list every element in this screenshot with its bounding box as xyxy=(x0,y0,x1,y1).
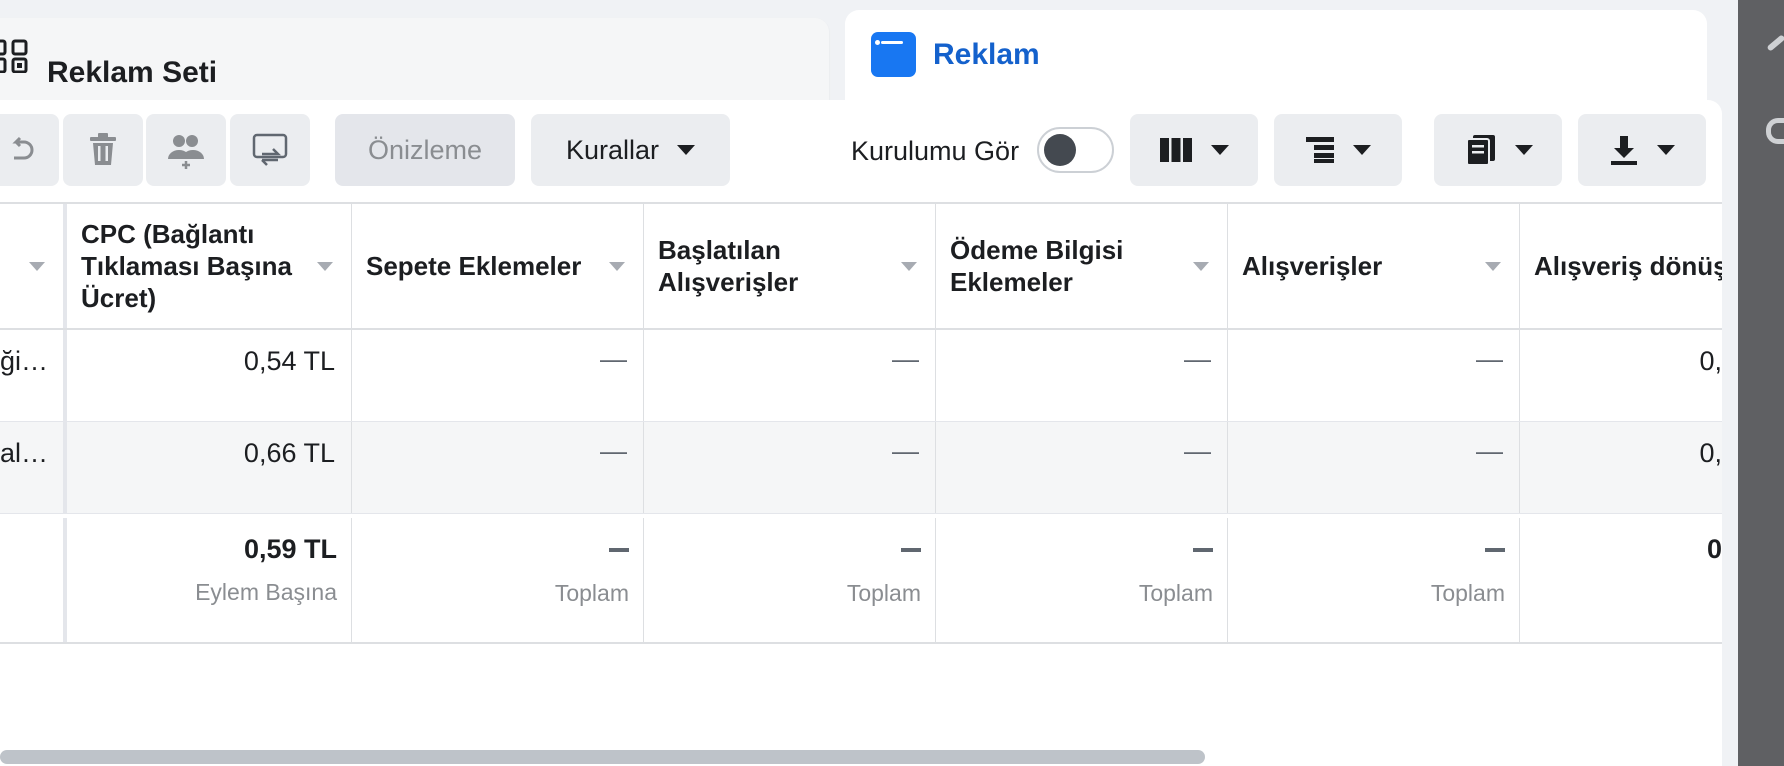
totals-cpc: 0,59 TL Eylem Başına xyxy=(67,518,352,642)
rules-dropdown-label: Kurallar xyxy=(565,134,660,165)
ads-manager-panel: Önizleme Kurallar Kurulumu Gör CPC (Bağl… xyxy=(0,100,1722,766)
row-payment-info: — xyxy=(936,422,1228,513)
undo-icon xyxy=(11,136,33,160)
totals-cpc-value: 0,59 TL xyxy=(243,534,337,564)
totals-cpc-sub: Eylem Başına xyxy=(195,579,337,605)
grid-icon xyxy=(0,39,30,74)
totals-dash xyxy=(1485,548,1505,552)
column-header-purchase-value[interactable]: Alışveriş dönüşüm değe xyxy=(1520,204,1722,328)
swap-icon xyxy=(252,133,288,166)
sort-icon[interactable] xyxy=(1485,262,1501,271)
breakdown-dropdown[interactable] xyxy=(1274,114,1402,186)
rules-dropdown[interactable]: Kurallar xyxy=(531,114,730,186)
totals-name xyxy=(0,518,67,642)
chevron-down-icon xyxy=(1657,145,1675,155)
row-name[interactable]: ği… xyxy=(0,330,67,421)
row-name[interactable]: al… xyxy=(0,422,67,513)
delete-button[interactable] xyxy=(63,114,143,186)
totals-dash xyxy=(901,548,921,552)
row-checkouts: — xyxy=(644,422,936,513)
sort-icon[interactable] xyxy=(29,262,45,271)
column-header-checkouts[interactable]: Başlatılan Alışverişler xyxy=(644,204,936,328)
columns-dropdown[interactable] xyxy=(1130,114,1258,186)
table-row[interactable]: ği… 0,54 TL — — — — 0, xyxy=(0,330,1722,422)
export-dropdown[interactable] xyxy=(1578,114,1706,186)
column-header-cpc[interactable]: CPC (Bağlantı Tıklaması Başına Ücret) xyxy=(67,204,352,328)
row-cpc: 0,66 TL xyxy=(67,422,352,513)
tab-ad-set-label: Reklam Seti xyxy=(47,56,218,89)
undo-button[interactable] xyxy=(0,114,59,186)
totals-purchases: Toplam xyxy=(1228,518,1520,642)
table-header-row: CPC (Bağlantı Tıklaması Başına Ücret) Se… xyxy=(0,202,1722,330)
chevron-down-icon xyxy=(1515,145,1533,155)
view-setup-label: Kurulumu Gör xyxy=(851,136,1020,166)
preview-button-label: Önizleme xyxy=(367,134,483,165)
row-add-to-cart: — xyxy=(352,422,644,513)
sort-icon[interactable] xyxy=(609,262,625,271)
column-header-payment-info[interactable]: Ödeme Bilgisi Eklemeler xyxy=(936,204,1228,328)
column-header-add-to-cart[interactable]: Sepete Eklemeler xyxy=(352,204,644,328)
edit-icon[interactable] xyxy=(1766,34,1784,52)
row-add-to-cart: — xyxy=(352,330,644,421)
view-setup-toggle[interactable] xyxy=(1037,127,1114,173)
row-checkouts: — xyxy=(644,330,936,421)
toggle-knob xyxy=(1044,134,1076,166)
row-cpc: 0,54 TL xyxy=(67,330,352,421)
totals-payment-info: Toplam xyxy=(936,518,1228,642)
download-icon xyxy=(1611,136,1637,165)
breakdown-icon xyxy=(1306,137,1334,163)
side-panel-edge xyxy=(1738,0,1784,766)
row-payment-info: — xyxy=(936,330,1228,421)
chevron-down-icon xyxy=(1211,145,1229,155)
people-add-icon xyxy=(168,135,204,169)
reports-dropdown[interactable] xyxy=(1434,114,1562,186)
table-totals-row: 0,59 TL Eylem Başına Toplam Toplam Topla… xyxy=(0,518,1722,644)
row-purchases: — xyxy=(1228,422,1520,513)
trash-icon xyxy=(90,133,116,165)
tab-ad-set[interactable]: Reklam Seti xyxy=(0,18,829,100)
columns-icon xyxy=(1160,138,1192,162)
clock-icon[interactable] xyxy=(1766,118,1784,144)
ad-icon xyxy=(871,32,916,77)
reports-icon xyxy=(1466,135,1495,166)
totals-dash xyxy=(609,548,629,552)
totals-checkouts: Toplam xyxy=(644,518,936,642)
chevron-down-icon xyxy=(677,145,696,155)
column-header-purchases[interactable]: Alışverişler xyxy=(1228,204,1520,328)
chevron-down-icon xyxy=(1353,145,1371,155)
sort-icon[interactable] xyxy=(901,262,917,271)
tab-ad-label: Reklam xyxy=(933,38,1040,71)
add-audience-button[interactable] xyxy=(146,114,226,186)
horizontal-scrollbar[interactable] xyxy=(0,750,1205,764)
totals-purchase-value: 0 xyxy=(1706,534,1722,564)
sort-icon[interactable] xyxy=(1193,262,1209,271)
row-purchases: — xyxy=(1228,330,1520,421)
table-row[interactable]: al… 0,66 TL — — — — 0, xyxy=(0,422,1722,514)
sort-icon[interactable] xyxy=(317,262,333,271)
ab-test-button[interactable] xyxy=(230,114,310,186)
row-purchase-value: 0, xyxy=(1699,346,1722,376)
column-header-name[interactable] xyxy=(0,204,67,328)
totals-add-to-cart: Toplam xyxy=(352,518,644,642)
totals-dash xyxy=(1193,548,1213,552)
row-purchase-value: 0, xyxy=(1699,438,1722,468)
preview-button[interactable]: Önizleme xyxy=(335,114,515,186)
